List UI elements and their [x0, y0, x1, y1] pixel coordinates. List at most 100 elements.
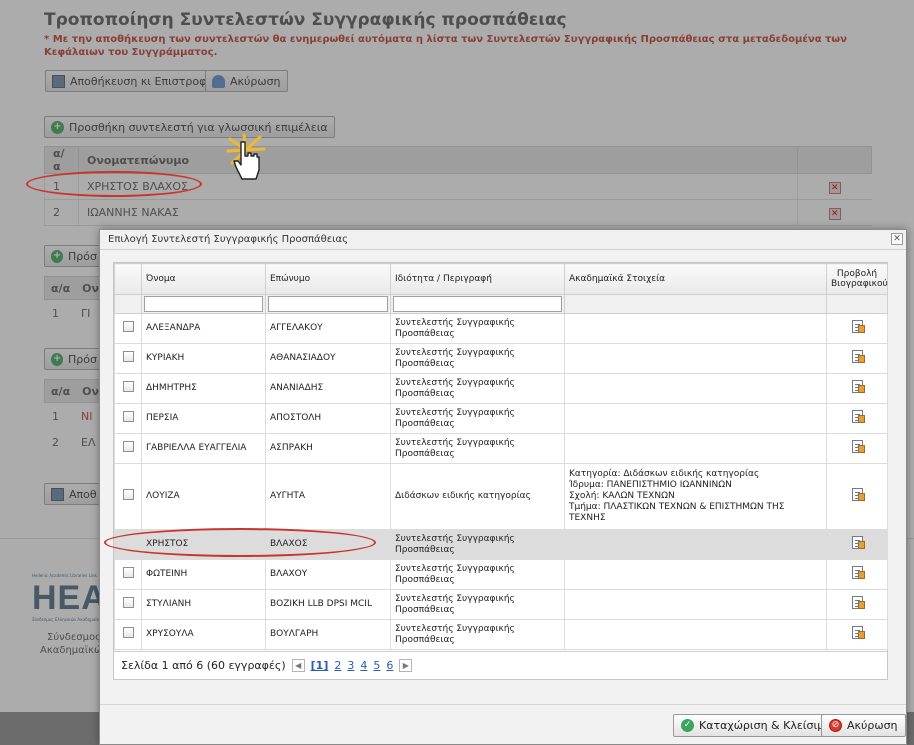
role-filter-input[interactable]: [393, 296, 562, 312]
pager: Σελίδα 1 από 6 (60 εγγραφές) ◀ [1] 2 3 4…: [114, 651, 887, 679]
table-row[interactable]: ΠΕΡΣΙΑ ΑΠΟΣΤΟΛΗ Συντελεστής Συγγραφικής Πρ…: [114, 403, 888, 434]
table-row[interactable]: ΦΩΤΕΙΝΗ ΒΛΑΧΟΥ Συντελεστής Συγγραφικής Προ…: [114, 559, 888, 590]
role-cell: Συντελεστής Συγγραφικής Προσπάθειας: [390, 619, 565, 650]
document-icon[interactable]: [851, 410, 865, 423]
pager-page-6[interactable]: 6: [386, 659, 393, 672]
pager-page-5[interactable]: 5: [373, 659, 380, 672]
table-row[interactable]: ΓΑΒΡΙΕΛΛΑ ΕΥΑΓΓΕΛΙΑ ΑΣΠΡΑΚΗ Συντελεστής Συ…: [114, 433, 888, 464]
role-cell: Συντελεστής Συγγραφικής Προσπάθειας: [390, 559, 565, 590]
dialog-cancel-label: Ακύρωση: [847, 719, 898, 732]
no-entry-icon: ⊘: [829, 719, 842, 732]
document-icon[interactable]: [851, 488, 865, 501]
select-checkbox[interactable]: [122, 411, 134, 422]
close-icon[interactable]: ✕: [891, 233, 903, 245]
select-checkbox[interactable]: [122, 597, 134, 608]
select-checkbox[interactable]: [122, 351, 134, 362]
role-cell: Συντελεστής Συγγραφικής Προσπάθειας: [390, 373, 565, 404]
first-name-cell: ΚΥΡΙΑΚΗ: [141, 343, 266, 374]
academic-line: Τμήμα: ΠΛΑΣΤΙΚΩΝ ΤΕΧΝΩΝ & ΕΠΙΣΤΗΜΩΝ ΤΗΣ …: [569, 502, 785, 523]
grid-body: ΑΛΕΞΑΝΔΡΑ ΑΓΓΕΛΑΚΟΥ Συντελεστής Συγγραφική…: [114, 313, 888, 650]
pager-summary: Σελίδα 1 από 6 (60 εγγραφές): [121, 659, 286, 672]
document-icon[interactable]: [851, 596, 865, 609]
submit-close-label: Καταχώριση & Κλείσιμο: [699, 719, 831, 732]
role-cell: Συντελεστής Συγγραφικής Προσπάθειας: [390, 403, 565, 434]
table-row[interactable]: ΚΥΡΙΑΚΗ ΑΘΑΝΑΣΙΑΔΟΥ Συντελεστής Συγγραφική…: [114, 343, 888, 374]
academic-cell: [564, 619, 827, 650]
first-name-cell: ΠΕΡΣΙΑ: [141, 403, 266, 434]
col-academic-header[interactable]: Ακαδημαϊκά Στοιχεία: [564, 263, 827, 295]
role-cell: Συντελεστής Συγγραφικής Προσπάθειας: [390, 589, 565, 620]
submit-close-button[interactable]: ✓ Καταχώριση & Κλείσιμο: [673, 714, 839, 737]
last-name-cell: ΒΛΑΧΟΥ: [265, 559, 391, 590]
academic-cell: Κατηγορία: Διδάσκων ειδικής κατηγορίας Ίδ…: [564, 463, 827, 530]
highlight-ellipse: [104, 528, 376, 557]
pager-page-3[interactable]: 3: [347, 659, 354, 672]
first-name-cell: ΑΛΕΞΑΝΔΡΑ: [141, 313, 266, 344]
document-icon[interactable]: [851, 536, 865, 549]
academic-cell: [564, 433, 827, 464]
next-page-icon[interactable]: ▶: [399, 659, 413, 672]
select-contributor-dialog: Επιλογή Συντελεστή Συγγραφικής Προσπάθει…: [99, 229, 907, 745]
last-name-filter-input[interactable]: [268, 296, 388, 312]
col-role-header[interactable]: Ιδιότητα / Περιγραφή: [390, 263, 565, 295]
first-name-cell: ΧΡΥΣΟΥΛΑ: [141, 619, 266, 650]
last-name-cell: ΑΘΑΝΑΣΙΑΔΟΥ: [265, 343, 391, 374]
table-row[interactable]: ΔΗΜΗΤΡΗΣ ΑΝΑΝΙΑΔΗΣ Συντελεστής Συγγραφικής…: [114, 373, 888, 404]
document-icon[interactable]: [851, 566, 865, 579]
academic-cell: [564, 529, 827, 560]
contributors-grid: Όνομα Επώνυμο Ιδιότητα / Περιγραφή Ακαδη…: [113, 262, 888, 680]
highlight-ellipse: [26, 171, 202, 197]
table-row[interactable]: ΑΛΕΞΑΝΔΡΑ ΑΓΓΕΛΑΚΟΥ Συντελεστής Συγγραφική…: [114, 313, 888, 344]
first-name-cell: ΔΗΜΗΤΡΗΣ: [141, 373, 266, 404]
pointer-hand-icon: [233, 141, 260, 180]
role-cell: Διδάσκων ειδικής κατηγορίας: [390, 463, 565, 530]
select-checkbox[interactable]: [122, 321, 134, 332]
col-last-name-header[interactable]: Επώνυμο: [265, 263, 391, 295]
col-bio-header: Προβολή Βιογραφικού: [826, 263, 888, 295]
dialog-cancel-button[interactable]: ⊘ Ακύρωση: [821, 714, 906, 737]
select-checkbox[interactable]: [122, 441, 134, 452]
academic-cell: [564, 373, 827, 404]
role-cell: Συντελεστής Συγγραφικής Προσπάθειας: [390, 433, 565, 464]
role-cell: Συντελεστής Συγγραφικής Προσπάθειας: [390, 529, 565, 560]
select-checkbox[interactable]: [122, 627, 134, 638]
select-checkbox[interactable]: [122, 381, 134, 392]
academic-cell: [564, 313, 827, 344]
prev-page-icon[interactable]: ◀: [291, 659, 305, 672]
document-icon[interactable]: [851, 350, 865, 363]
pager-page-4[interactable]: 4: [360, 659, 367, 672]
pager-page-2[interactable]: 2: [334, 659, 341, 672]
first-name-cell: ΛΟΥΙΖΑ: [141, 463, 266, 530]
first-name-cell: ΓΑΒΡΙΕΛΛΑ ΕΥΑΓΓΕΛΙΑ: [141, 433, 266, 464]
academic-line: Κατηγορία: Διδάσκων ειδικής κατηγορίας: [569, 469, 760, 479]
role-cell: Συντελεστής Συγγραφικής Προσπάθειας: [390, 313, 565, 344]
first-name-cell: ΣΤΥΛΙΑΝΗ: [141, 589, 266, 620]
table-row[interactable]: ΛΟΥΙΖΑ ΑΥΓΗΤΑ Διδάσκων ειδικής κατηγορίας Κ…: [114, 463, 888, 530]
last-name-cell: ΑΓΓΕΛΑΚΟΥ: [265, 313, 391, 344]
first-name-filter-input[interactable]: [144, 296, 263, 312]
table-row[interactable]: ΣΤΥΛΙΑΝΗ ΒΟΖΙΚΗ LLB DPSI MCIL Συντελεστής …: [114, 589, 888, 620]
table-row[interactable]: ΧΡΥΣΟΥΛΑ ΒΟΥΛΓΑΡΗ Συντελεστής Συγγραφικής …: [114, 619, 888, 650]
col-select-header: [114, 263, 142, 295]
last-name-cell: ΒΟΖΙΚΗ LLB DPSI MCIL: [265, 589, 391, 620]
first-name-cell: ΦΩΤΕΙΝΗ: [141, 559, 266, 590]
academic-cell: [564, 403, 827, 434]
last-name-cell: ΑΥΓΗΤΑ: [265, 463, 391, 530]
document-icon[interactable]: [851, 320, 865, 333]
col-first-name-header[interactable]: Όνομα: [141, 263, 266, 295]
dialog-titlebar: Επιλογή Συντελεστή Συγγραφικής Προσπάθει…: [100, 230, 906, 250]
contributors-grid-table: Όνομα Επώνυμο Ιδιότητα / Περιγραφή Ακαδη…: [114, 263, 888, 650]
academic-cell: [564, 559, 827, 590]
pager-current-page: [1]: [310, 659, 329, 672]
document-icon[interactable]: [851, 626, 865, 639]
academic-cell: [564, 343, 827, 374]
last-name-cell: ΑΠΟΣΤΟΛΗ: [265, 403, 391, 434]
select-checkbox[interactable]: [122, 489, 134, 500]
document-icon[interactable]: [851, 440, 865, 453]
check-circle-icon: ✓: [681, 719, 694, 732]
select-checkbox[interactable]: [122, 567, 134, 578]
last-name-cell: ΑΣΠΡΑΚΗ: [265, 433, 391, 464]
dialog-footer: ✓ Καταχώριση & Κλείσιμο ⊘ Ακύρωση: [100, 704, 906, 744]
last-name-cell: ΑΝΑΝΙΑΔΗΣ: [265, 373, 391, 404]
document-icon[interactable]: [851, 380, 865, 393]
